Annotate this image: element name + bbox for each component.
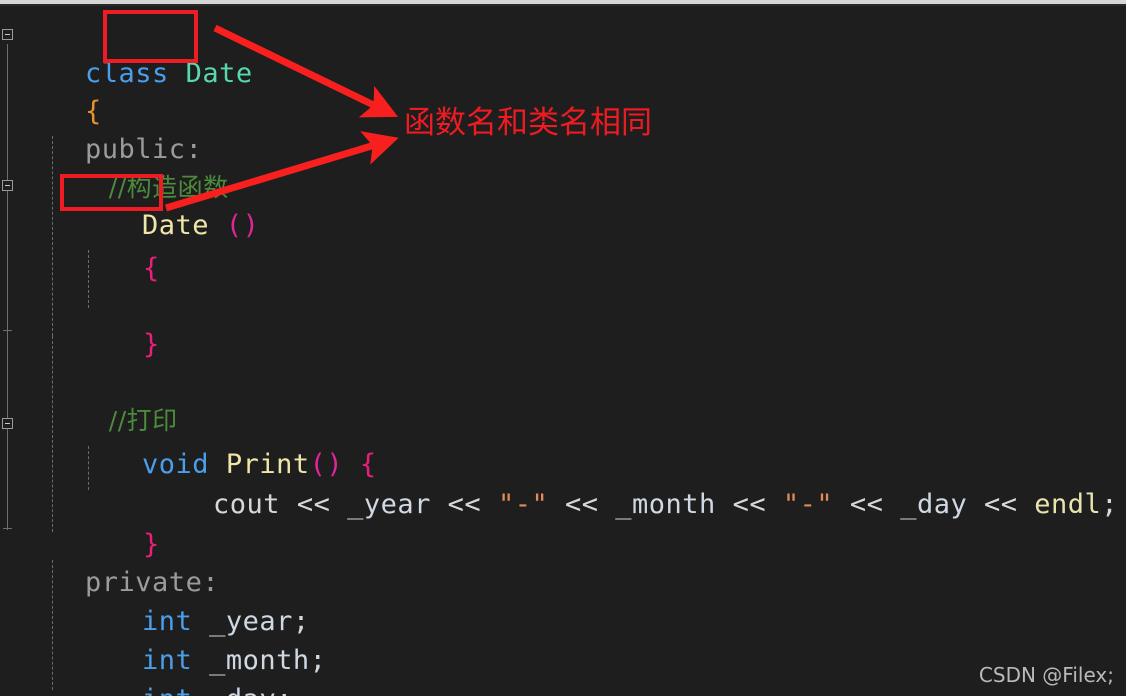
fold-end-tick-constructor bbox=[3, 330, 12, 331]
var-year-out: _year bbox=[347, 489, 431, 520]
op-shift-5: << bbox=[849, 489, 884, 520]
sp-c bbox=[431, 489, 448, 520]
fold-toggle-class[interactable] bbox=[2, 29, 13, 40]
constructor-parens: () bbox=[225, 210, 260, 241]
fold-toggle-constructor[interactable] bbox=[2, 180, 13, 191]
sp-e bbox=[548, 489, 565, 520]
ident-endl: endl bbox=[1034, 489, 1102, 520]
sp-a bbox=[280, 489, 297, 520]
class-name-highlight-box bbox=[103, 10, 198, 63]
string-dash-2: "-" bbox=[782, 489, 834, 520]
ident-cout: cout bbox=[213, 489, 281, 520]
var-month-out: _month bbox=[615, 489, 716, 520]
window-top-strip-shadow bbox=[0, 4, 1126, 6]
op-shift-4: << bbox=[732, 489, 767, 520]
sp-f bbox=[599, 489, 616, 520]
fold-toggle-print[interactable] bbox=[2, 418, 13, 429]
sp-o bbox=[192, 684, 209, 696]
sp-b bbox=[330, 489, 347, 520]
code-line-12[interactable]: cout << _year << "-" << _month << "-" <<… bbox=[146, 448, 1118, 562]
sp-h bbox=[766, 489, 783, 520]
op-shift-2: << bbox=[447, 489, 482, 520]
code-line-17[interactable]: int _day; bbox=[75, 643, 293, 696]
op-shift-3: << bbox=[564, 489, 599, 520]
keyword-int-3: int bbox=[142, 684, 192, 696]
code-editor-screenshot: class Date { public: //构造函数 Date () { } … bbox=[0, 0, 1126, 696]
semicolon-month: ; bbox=[309, 645, 327, 676]
semicolon-day: ; bbox=[276, 684, 293, 696]
sp-d bbox=[481, 489, 498, 520]
brace-close-constructor: } bbox=[143, 329, 160, 360]
sp-i bbox=[833, 489, 850, 520]
sp-g bbox=[716, 489, 733, 520]
op-shift-1: << bbox=[296, 489, 331, 520]
brace-open-constructor: { bbox=[143, 253, 160, 284]
indent-guide-level1-mid bbox=[52, 336, 53, 532]
fold-column-line-lower bbox=[7, 334, 8, 530]
sp-j bbox=[883, 489, 900, 520]
sp-k bbox=[967, 489, 984, 520]
csdn-watermark: CSDN @Filex; bbox=[978, 663, 1114, 687]
semicolon-cout: ; bbox=[1101, 489, 1119, 520]
string-dash-1: "-" bbox=[497, 489, 549, 520]
var-day-out: _day bbox=[900, 489, 968, 520]
space-2 bbox=[209, 210, 226, 241]
fold-end-tick-print bbox=[3, 528, 12, 529]
sp-l bbox=[1018, 489, 1035, 520]
member-var-day: _day bbox=[209, 684, 276, 696]
annotation-label: 函数名和类名相同 bbox=[404, 105, 652, 141]
op-shift-6: << bbox=[983, 489, 1018, 520]
constructor-name-highlight-box bbox=[60, 174, 163, 211]
code-line-18[interactable]: } bbox=[18, 681, 102, 696]
